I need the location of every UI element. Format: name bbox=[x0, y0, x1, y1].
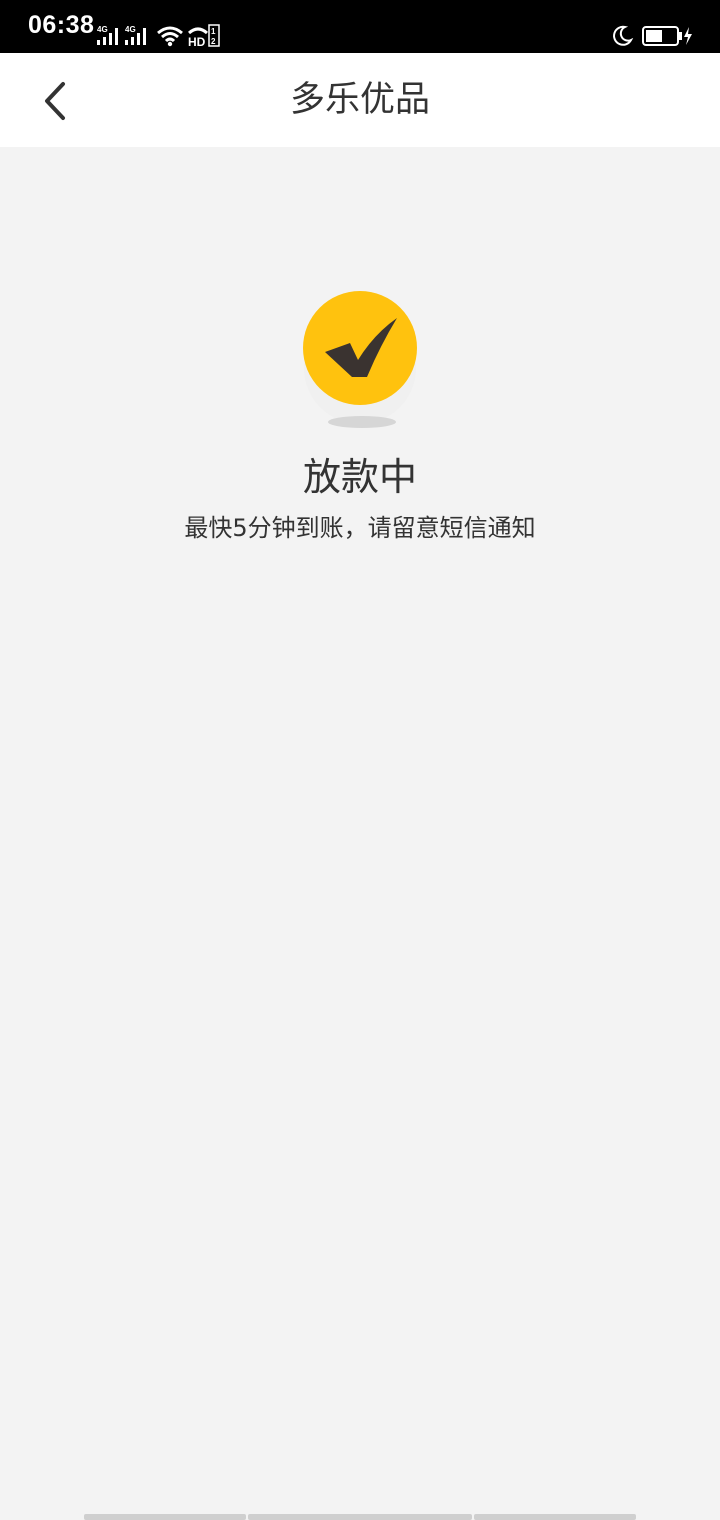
hd-call-icon: HD 1 2 bbox=[188, 24, 220, 52]
status-bar: 06:38 4G 4G HD 1 2 bbox=[0, 0, 720, 53]
status-description: 最快5分钟到账，请留意短信通知 bbox=[184, 514, 536, 542]
svg-text:1: 1 bbox=[211, 27, 216, 36]
bottom-segment bbox=[248, 1514, 472, 1520]
bottom-segment bbox=[474, 1514, 636, 1520]
battery-charging-icon bbox=[642, 25, 694, 51]
check-circle-icon bbox=[300, 288, 420, 433]
status-title: 放款中 bbox=[302, 455, 417, 499]
signal-4g-icon: 4G bbox=[96, 24, 122, 50]
bottom-indicator bbox=[0, 1514, 720, 1520]
svg-text:2: 2 bbox=[211, 37, 216, 46]
wifi-icon bbox=[156, 25, 184, 51]
moon-icon bbox=[610, 24, 634, 52]
svg-text:4G: 4G bbox=[125, 25, 136, 34]
bottom-segment bbox=[84, 1514, 246, 1520]
chevron-left-icon bbox=[45, 82, 65, 120]
page-title: 多乐优品 bbox=[289, 80, 430, 120]
svg-text:HD: HD bbox=[188, 35, 206, 48]
signal-4g-icon: 4G bbox=[124, 24, 150, 50]
back-button[interactable] bbox=[22, 71, 86, 131]
status-time: 06:38 bbox=[28, 11, 95, 39]
nav-bar: 多乐优品 bbox=[0, 53, 720, 147]
svg-text:4G: 4G bbox=[97, 25, 108, 34]
